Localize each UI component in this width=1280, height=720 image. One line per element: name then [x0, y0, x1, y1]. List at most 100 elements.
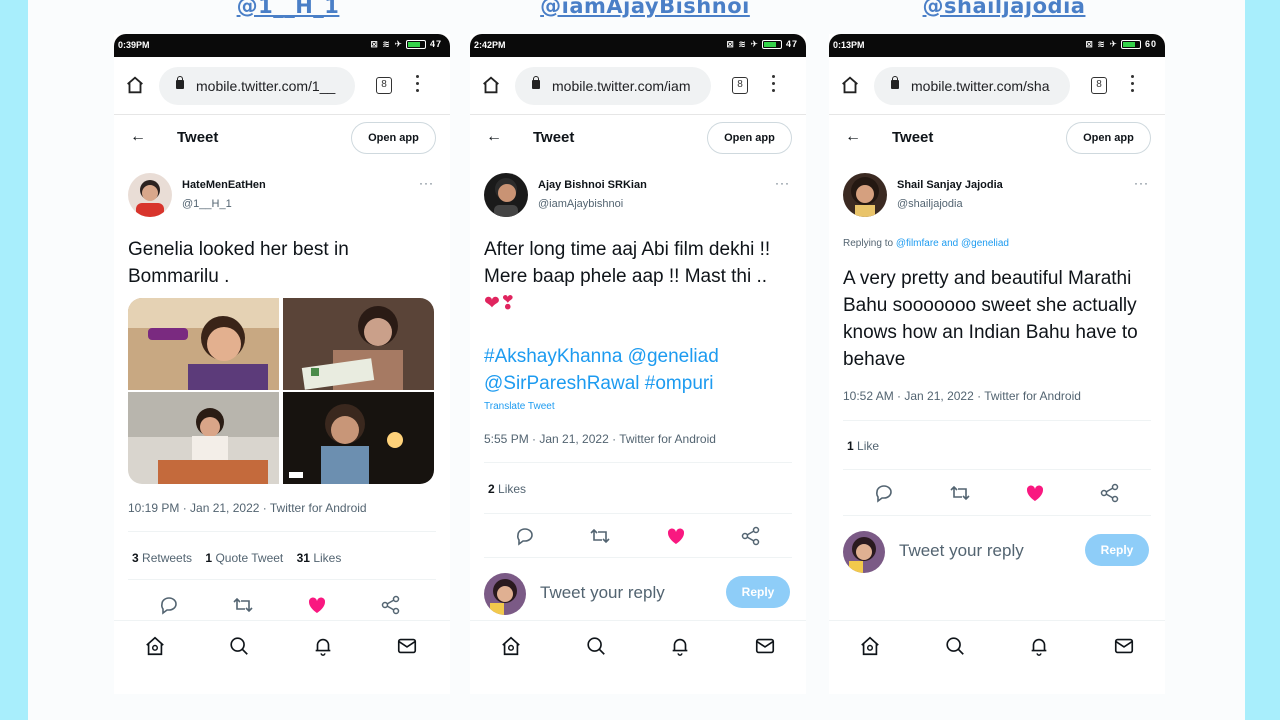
battery-icon — [762, 40, 783, 50]
media-photo[interactable] — [128, 392, 279, 484]
reply-input[interactable]: Tweet your reply — [899, 541, 1024, 561]
reply-icon[interactable] — [872, 481, 896, 505]
home-icon[interactable] — [859, 635, 881, 657]
home-icon[interactable] — [500, 635, 522, 657]
bottom-navigation — [829, 620, 1165, 670]
browser-toolbar: mobile.twitter.com/1__ 8 — [114, 57, 450, 115]
home-icon[interactable] — [124, 74, 146, 96]
browser-toolbar: mobile.twitter.com/sha 8 — [829, 57, 1165, 115]
tab-count-button[interactable]: 8 — [732, 77, 748, 94]
notifications-icon[interactable] — [312, 635, 334, 657]
tweet-timestamp: 10:52 AM · Jan 21, 2022 · Twitter for An… — [843, 389, 1081, 403]
like-label[interactable]: Likes — [313, 551, 341, 565]
home-icon[interactable] — [839, 74, 861, 96]
address-bar[interactable]: mobile.twitter.com/1__ — [159, 67, 355, 105]
more-options-icon[interactable]: ··· — [419, 176, 434, 190]
more-options-icon[interactable]: ··· — [1134, 176, 1149, 190]
username[interactable]: @1__H_1 — [182, 198, 232, 210]
battery-icon — [406, 40, 427, 50]
browser-menu-icon[interactable] — [416, 75, 420, 96]
tweet-header: ← Tweet Open app — [829, 120, 1165, 156]
notifications-icon[interactable] — [669, 635, 691, 657]
tweet-hashtags[interactable]: #AkshayKhanna @geneliad @SirPareshRawal … — [484, 343, 794, 397]
like-count[interactable]: 2 — [488, 482, 495, 496]
display-name[interactable]: Shail Sanjay Jajodia — [897, 179, 1003, 191]
browser-toolbar: mobile.twitter.com/iam 8 — [470, 57, 806, 115]
messages-icon[interactable] — [396, 635, 418, 657]
like-label[interactable]: Likes — [498, 482, 526, 496]
avatar[interactable] — [128, 173, 172, 217]
messages-icon[interactable] — [1113, 635, 1135, 657]
divider — [843, 515, 1151, 516]
retweet-icon[interactable] — [231, 593, 255, 617]
divider — [128, 531, 436, 532]
search-icon[interactable] — [944, 635, 966, 657]
reply-composer: Tweet your reply Reply — [470, 569, 806, 619]
retweet-label[interactable]: Retweets — [142, 551, 192, 565]
media-photo[interactable] — [283, 298, 434, 390]
quote-count[interactable]: 1 — [205, 551, 212, 565]
back-arrow-icon[interactable]: ← — [845, 128, 861, 146]
like-icon[interactable] — [664, 524, 688, 548]
more-options-icon[interactable]: ··· — [775, 176, 790, 190]
reply-icon[interactable] — [157, 593, 181, 617]
tweet-text: A very pretty and beautiful Marathi Bahu… — [843, 268, 1138, 370]
page-title: Tweet — [177, 129, 219, 146]
tweet-header: ← Tweet Open app — [114, 120, 450, 156]
reply-composer: Tweet your reply Reply — [829, 527, 1165, 577]
home-icon[interactable] — [480, 74, 502, 96]
back-arrow-icon[interactable]: ← — [486, 128, 502, 146]
browser-menu-icon[interactable] — [772, 75, 776, 96]
media-photo[interactable] — [283, 392, 434, 484]
like-icon[interactable] — [1023, 481, 1047, 505]
reply-icon[interactable] — [513, 524, 537, 548]
reply-button[interactable]: Reply — [1085, 534, 1149, 566]
status-bar: 0:39PM ⊠ ≋ ✈ 47 — [114, 34, 450, 57]
avatar[interactable] — [484, 173, 528, 217]
home-icon[interactable] — [144, 635, 166, 657]
search-icon[interactable] — [228, 635, 250, 657]
divider — [484, 557, 792, 558]
url-text: mobile.twitter.com/1__ — [196, 78, 336, 94]
retweet-icon[interactable] — [948, 481, 972, 505]
display-name[interactable]: Ajay Bishnoi SRKian — [538, 179, 647, 191]
open-app-button[interactable]: Open app — [1066, 122, 1151, 154]
media-photo[interactable] — [128, 298, 279, 390]
address-bar[interactable]: mobile.twitter.com/iam — [515, 67, 711, 105]
address-bar[interactable]: mobile.twitter.com/sha — [874, 67, 1070, 105]
like-label[interactable]: Like — [857, 439, 879, 453]
reply-input[interactable]: Tweet your reply — [540, 583, 665, 603]
phone-screenshot: 0:39PM ⊠ ≋ ✈ 47 mobile.twitter.com/1__ 8… — [114, 34, 450, 694]
like-icon[interactable] — [305, 593, 329, 617]
back-arrow-icon[interactable]: ← — [130, 128, 146, 146]
like-count[interactable]: 31 — [297, 551, 310, 565]
reply-button[interactable]: Reply — [726, 576, 790, 608]
tweet-text: Genelia looked her best in Bommarilu . — [128, 239, 349, 287]
retweet-count[interactable]: 3 — [132, 551, 139, 565]
share-icon[interactable] — [1098, 481, 1122, 505]
messages-icon[interactable] — [754, 635, 776, 657]
url-text: mobile.twitter.com/iam — [552, 78, 691, 94]
retweet-icon[interactable] — [588, 524, 612, 548]
tab-count-button[interactable]: 8 — [376, 77, 392, 94]
notifications-icon[interactable] — [1028, 635, 1050, 657]
display-name[interactable]: HateMenEatHen — [182, 179, 266, 191]
open-app-button[interactable]: Open app — [707, 122, 792, 154]
avatar — [484, 573, 526, 615]
browser-menu-icon[interactable] — [1131, 75, 1135, 96]
avatar[interactable] — [843, 173, 887, 217]
open-app-button[interactable]: Open app — [351, 122, 436, 154]
search-icon[interactable] — [585, 635, 607, 657]
status-icons: ⊠ ≋ ✈ 60 — [1085, 39, 1157, 50]
status-icons: ⊠ ≋ ✈ 47 — [370, 39, 442, 50]
share-icon[interactable] — [739, 524, 763, 548]
share-icon[interactable] — [379, 593, 403, 617]
like-count[interactable]: 1 — [847, 439, 854, 453]
translate-tweet-link[interactable]: Translate Tweet — [484, 401, 555, 412]
username[interactable]: @iamAjaybishnoi — [538, 198, 623, 210]
tab-count-button[interactable]: 8 — [1091, 77, 1107, 94]
tweet-media-grid[interactable] — [128, 298, 434, 484]
quote-label[interactable]: Quote Tweet — [215, 551, 283, 565]
username[interactable]: @shailjajodia — [897, 198, 963, 210]
reply-mentions[interactable]: @filmfare and @geneliad — [896, 238, 1009, 249]
